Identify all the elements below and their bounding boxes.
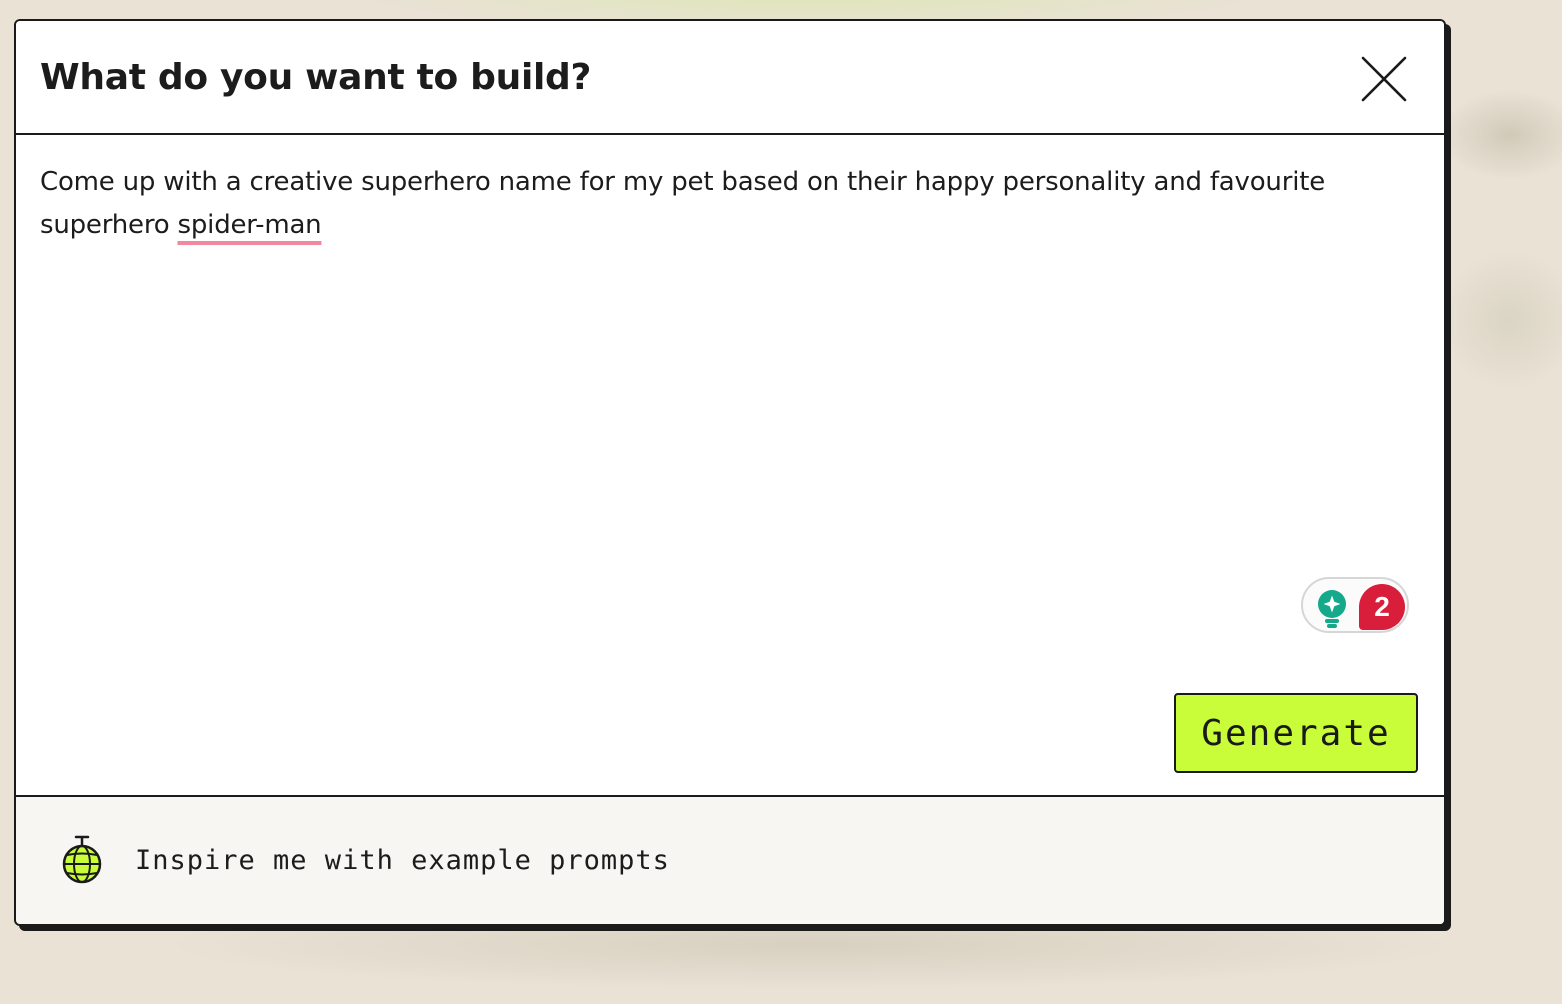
alert-count-badge: 2: [1359, 584, 1405, 630]
generate-button[interactable]: Generate: [1174, 693, 1418, 773]
lightbulb-icon: [1318, 590, 1346, 628]
background-blur: [1440, 90, 1562, 180]
dialog-footer: Inspire me with example prompts: [16, 795, 1444, 924]
inspire-prompts-label: Inspire me with example prompts: [135, 844, 670, 876]
disco-ball-icon: [62, 835, 102, 884]
spelling-error-word[interactable]: spider-man: [178, 210, 322, 240]
prompt-textarea[interactable]: Come up with a creative superhero name f…: [16, 135, 1444, 795]
dialog-title: What do you want to build?: [40, 57, 592, 98]
background-blur: [1440, 250, 1562, 390]
grammar-assistant-widget[interactable]: 2: [1301, 577, 1409, 633]
build-dialog: What do you want to build? Come up with …: [14, 19, 1446, 926]
dialog-header: What do you want to build?: [16, 21, 1444, 135]
close-button[interactable]: [1356, 51, 1412, 107]
prompt-text[interactable]: Come up with a creative superhero name f…: [40, 161, 1400, 247]
close-icon: [1361, 56, 1407, 102]
inspire-prompts-link[interactable]: Inspire me with example prompts: [60, 833, 670, 887]
